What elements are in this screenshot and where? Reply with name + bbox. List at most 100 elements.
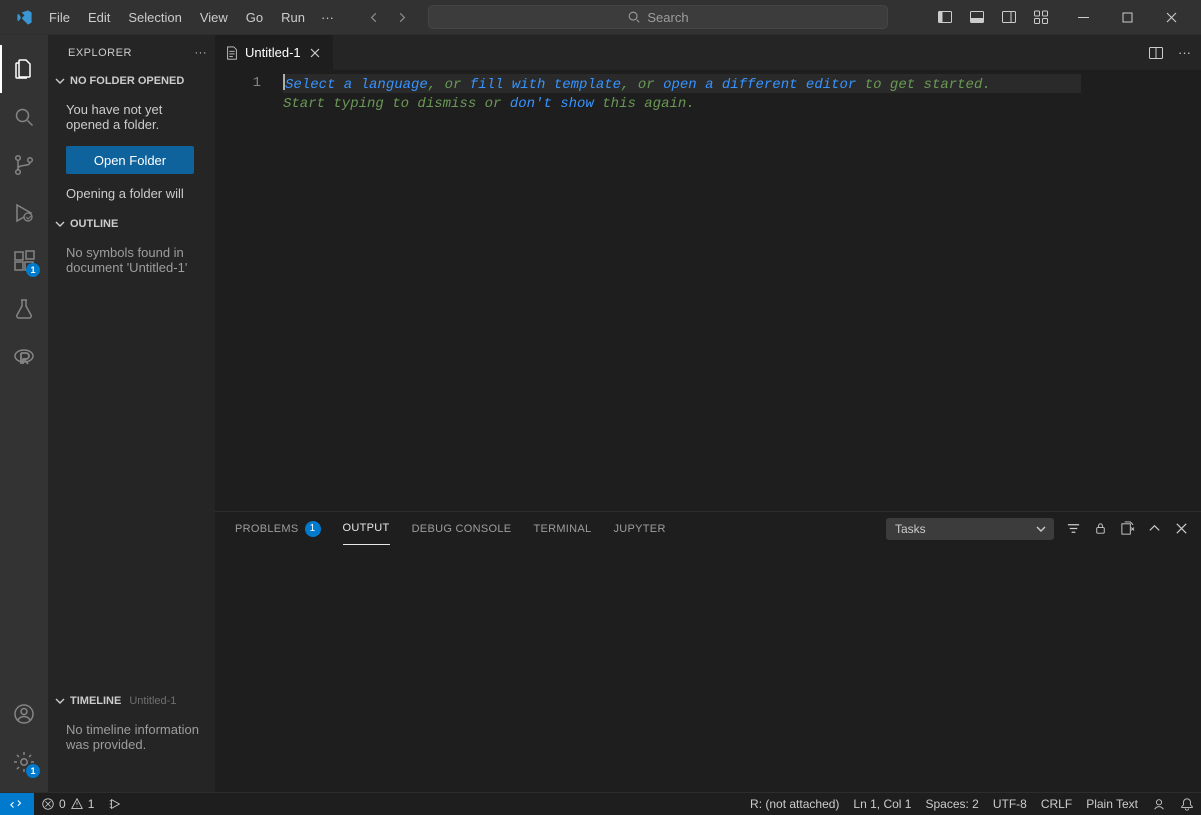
- toggle-primary-sidebar-icon[interactable]: [937, 9, 953, 25]
- open-folder-button[interactable]: Open Folder: [66, 146, 194, 174]
- activity-accounts[interactable]: [0, 690, 48, 738]
- open-different-editor-link[interactable]: open a different editor: [663, 77, 856, 93]
- tab-untitled-1[interactable]: Untitled-1: [215, 35, 334, 70]
- menu-go[interactable]: Go: [238, 6, 271, 29]
- panel-maximize-icon[interactable]: [1147, 521, 1162, 536]
- panel-close-icon[interactable]: [1174, 521, 1189, 536]
- toggle-secondary-sidebar-icon[interactable]: [1001, 9, 1017, 25]
- activity-extensions[interactable]: 1: [0, 237, 48, 285]
- timeline-message: No timeline information was provided.: [66, 722, 199, 752]
- panel-tab-terminal[interactable]: TERMINAL: [533, 512, 591, 545]
- bottom-panel: PROBLEMS 1 OUTPUT DEBUG CONSOLE TERMINAL…: [215, 511, 1201, 792]
- editor-text: Start typing to dismiss or: [283, 96, 510, 112]
- outline-body: No symbols found in document 'Untitled-1…: [48, 235, 215, 287]
- panel-clear-icon[interactable]: [1120, 521, 1135, 536]
- editor-actions: ···: [1148, 35, 1201, 70]
- activity-run-debug[interactable]: [0, 189, 48, 237]
- outline-label: OUTLINE: [70, 218, 118, 230]
- activity-settings[interactable]: 1: [0, 738, 48, 786]
- activity-explorer[interactable]: [0, 45, 48, 93]
- output-label: OUTPUT: [343, 522, 390, 534]
- fill-template-link[interactable]: fill with template: [470, 77, 621, 93]
- menu-run[interactable]: Run: [273, 6, 313, 29]
- text-editor[interactable]: 1 Select a language, or fill with templa…: [215, 70, 1201, 511]
- warning-count: 1: [88, 797, 95, 811]
- dont-show-link[interactable]: don't show: [510, 96, 594, 112]
- panel-tab-jupyter[interactable]: JUPYTER: [613, 512, 665, 545]
- file-icon: [225, 46, 239, 60]
- status-notifications-icon[interactable]: [1173, 797, 1201, 811]
- status-debug-start[interactable]: [101, 793, 129, 814]
- status-encoding[interactable]: UTF-8: [986, 797, 1034, 811]
- dropdown-value: Tasks: [895, 522, 926, 536]
- activity-bottom: 1: [0, 690, 48, 792]
- outline-message: No symbols found in document 'Untitled-1…: [66, 245, 187, 275]
- jupyter-label: JUPYTER: [613, 523, 665, 535]
- menu-bar: File Edit Selection View Go Run ···: [41, 6, 340, 29]
- nav-back-icon[interactable]: [366, 10, 381, 25]
- menu-selection[interactable]: Selection: [120, 6, 189, 29]
- minimize-button[interactable]: [1061, 0, 1105, 35]
- status-r-lang[interactable]: R: (not attached): [743, 797, 846, 811]
- remote-icon: [10, 797, 24, 811]
- activity-r[interactable]: [0, 333, 48, 381]
- panel-lock-icon[interactable]: [1093, 521, 1108, 536]
- chevron-down-icon: [52, 695, 68, 707]
- menu-edit[interactable]: Edit: [80, 6, 118, 29]
- panel-tab-output[interactable]: OUTPUT: [343, 512, 390, 545]
- toggle-panel-icon[interactable]: [969, 9, 985, 25]
- search-icon: [627, 10, 641, 24]
- panel-tab-debug-console[interactable]: DEBUG CONSOLE: [412, 512, 512, 545]
- command-center-search[interactable]: Search: [428, 5, 888, 29]
- menu-more[interactable]: ···: [315, 6, 340, 29]
- section-no-folder[interactable]: NO FOLDER OPENED: [48, 70, 215, 92]
- editor-more-icon[interactable]: ···: [1178, 45, 1191, 60]
- activity-source-control[interactable]: [0, 141, 48, 189]
- panel-content[interactable]: [215, 545, 1201, 792]
- nav-arrows: [366, 10, 410, 25]
- menu-view[interactable]: View: [192, 6, 236, 29]
- status-indentation[interactable]: Spaces: 2: [918, 797, 985, 811]
- no-folder-body: You have not yet opened a folder. Open F…: [48, 92, 215, 213]
- tab-title: Untitled-1: [245, 45, 301, 60]
- split-editor-icon[interactable]: [1148, 45, 1164, 61]
- nav-forward-icon[interactable]: [395, 10, 410, 25]
- output-channel-dropdown[interactable]: Tasks: [886, 518, 1054, 540]
- status-problems[interactable]: 0 1: [34, 793, 101, 814]
- chevron-down-icon: [1035, 523, 1047, 535]
- panel-filter-icon[interactable]: [1066, 521, 1081, 536]
- remote-indicator[interactable]: [0, 793, 34, 815]
- files-icon: [12, 57, 36, 81]
- status-eol[interactable]: CRLF: [1034, 797, 1079, 811]
- panel-tab-problems[interactable]: PROBLEMS 1: [235, 512, 321, 545]
- settings-badge: 1: [26, 764, 40, 778]
- no-folder-hint2: Opening a folder will: [66, 186, 201, 201]
- vscode-logo-icon: [16, 9, 33, 26]
- code-content[interactable]: Select a language, or fill with template…: [283, 70, 1201, 511]
- tab-close-icon[interactable]: [307, 47, 323, 59]
- menu-file[interactable]: File: [41, 6, 78, 29]
- section-timeline[interactable]: TIMELINE Untitled-1: [48, 690, 215, 712]
- editor-line-2: Start typing to dismiss or don't show th…: [283, 95, 1201, 114]
- section-outline[interactable]: OUTLINE: [48, 213, 215, 235]
- no-folder-label: NO FOLDER OPENED: [70, 75, 184, 87]
- activity-search[interactable]: [0, 93, 48, 141]
- maximize-button[interactable]: [1105, 0, 1149, 35]
- editor-text: , or: [428, 77, 470, 93]
- status-language-mode[interactable]: Plain Text: [1079, 797, 1145, 811]
- status-feedback-icon[interactable]: [1145, 797, 1173, 811]
- line-gutter: 1: [215, 70, 283, 511]
- close-button[interactable]: [1149, 0, 1193, 35]
- status-cursor-position[interactable]: Ln 1, Col 1: [846, 797, 918, 811]
- editor-text: to get started.: [856, 77, 990, 93]
- timeline-subtitle: Untitled-1: [129, 695, 176, 707]
- editor-text: , or: [621, 77, 663, 93]
- sidebar-more-icon[interactable]: ···: [195, 47, 208, 59]
- error-count: 0: [59, 797, 66, 811]
- error-icon: [41, 797, 55, 811]
- problems-label: PROBLEMS: [235, 523, 299, 535]
- select-language-link[interactable]: Select a language: [285, 77, 428, 93]
- customize-layout-icon[interactable]: [1033, 9, 1049, 25]
- sidebar-header: EXPLORER ···: [48, 35, 215, 70]
- activity-testing[interactable]: [0, 285, 48, 333]
